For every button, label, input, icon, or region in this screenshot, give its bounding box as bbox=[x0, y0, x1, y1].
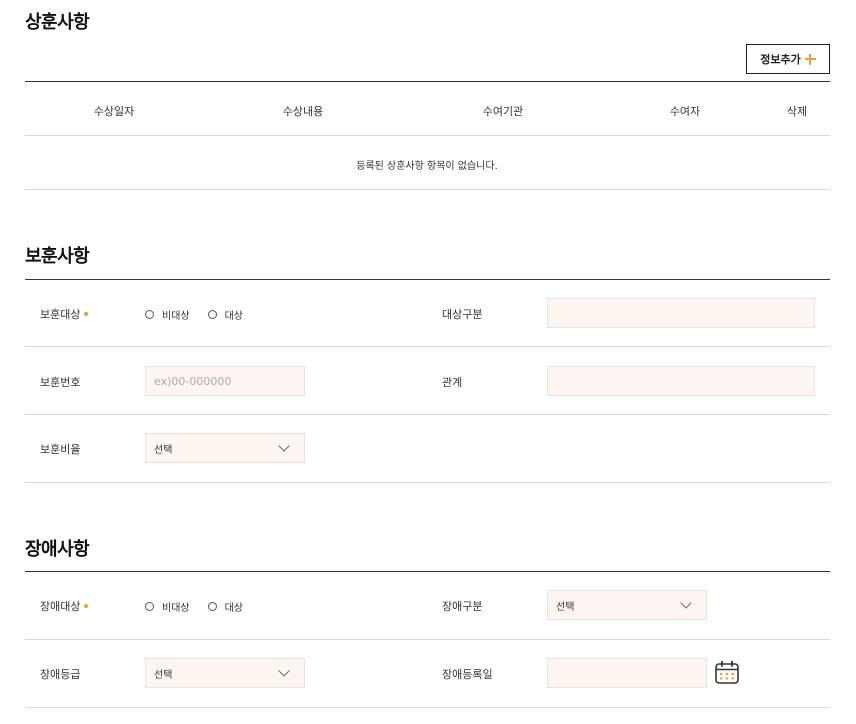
add-info-button[interactable]: 정보추가 bbox=[746, 44, 830, 74]
veteran-number-label: 보훈번호 bbox=[40, 376, 81, 389]
radio-button[interactable] bbox=[207, 310, 217, 319]
chevron-down-icon bbox=[278, 664, 290, 677]
disability-target-radio-group: 비대상 대상 bbox=[145, 599, 261, 614]
disability-target-option-non[interactable]: 비대상 bbox=[145, 599, 190, 614]
disability-grade-selected: 선택 bbox=[154, 669, 173, 681]
add-info-label: 정보추가 bbox=[760, 53, 801, 66]
disability-top-rule bbox=[25, 571, 830, 572]
disability-target-label: 장애대상 bbox=[40, 598, 89, 614]
disability-reg-date-input[interactable] bbox=[547, 658, 707, 688]
veteran-target-option-yes[interactable]: 대상 bbox=[207, 307, 243, 322]
veteran-bottom-rule bbox=[25, 482, 830, 483]
veteran-ratio-label: 보훈비율 bbox=[40, 443, 81, 456]
veteran-top-rule bbox=[25, 279, 830, 280]
awards-empty-message: 등록된 상훈사항 항목이 없습니다. bbox=[356, 161, 498, 172]
awards-table-bottom-rule bbox=[25, 189, 830, 190]
veteran-category-input[interactable] bbox=[547, 298, 815, 328]
disability-reg-date-label: 장애등록일 bbox=[442, 668, 493, 681]
col-header-delete: 삭제 bbox=[786, 105, 808, 118]
awards-table-top-rule bbox=[25, 81, 830, 82]
col-header-award-agency: 수여기관 bbox=[482, 105, 524, 118]
radio-button[interactable] bbox=[145, 310, 154, 319]
awards-section-title: 상훈사항 bbox=[25, 12, 90, 33]
plus-icon bbox=[804, 53, 816, 65]
veteran-relation-input[interactable] bbox=[547, 366, 815, 396]
col-header-award-content: 수상내용 bbox=[282, 105, 324, 118]
veteran-target-option-non[interactable]: 비대상 bbox=[145, 307, 190, 322]
disability-target-option-yes[interactable]: 대상 bbox=[207, 599, 243, 614]
required-indicator bbox=[84, 604, 89, 608]
col-header-award-giver: 수여자 bbox=[669, 105, 701, 118]
veteran-row-rule-1 bbox=[25, 346, 830, 347]
disability-type-selected: 선택 bbox=[556, 601, 575, 613]
disability-type-select[interactable]: 선택 bbox=[547, 590, 707, 620]
veteran-section-title: 보훈사항 bbox=[25, 246, 90, 267]
col-header-award-date: 수상일자 bbox=[93, 105, 135, 118]
veteran-category-label: 대상구분 bbox=[442, 308, 483, 321]
veteran-relation-label: 관계 bbox=[442, 376, 463, 389]
veteran-ratio-selected: 선택 bbox=[154, 444, 173, 456]
disability-grade-select[interactable]: 선택 bbox=[145, 658, 305, 688]
chevron-down-icon bbox=[278, 439, 290, 452]
disability-row-rule-1 bbox=[25, 639, 830, 640]
disability-grade-label: 장애등급 bbox=[40, 668, 81, 681]
awards-header-rule bbox=[25, 135, 830, 136]
radio-button[interactable] bbox=[145, 602, 154, 611]
disability-section-title: 장애사항 bbox=[25, 539, 90, 560]
veteran-row-rule-2 bbox=[25, 414, 830, 415]
disability-bottom-rule bbox=[25, 707, 830, 708]
required-indicator bbox=[84, 312, 89, 316]
veteran-ratio-select[interactable]: 선택 bbox=[145, 433, 305, 463]
disability-type-label: 장애구분 bbox=[442, 600, 483, 613]
veteran-target-label: 보훈대상 bbox=[40, 306, 89, 322]
veteran-target-radio-group: 비대상 대상 bbox=[145, 307, 261, 322]
radio-button[interactable] bbox=[207, 602, 217, 611]
veteran-number-input[interactable]: ex)00-000000 bbox=[145, 366, 305, 396]
chevron-down-icon bbox=[680, 596, 692, 609]
calendar-icon[interactable] bbox=[715, 661, 739, 684]
